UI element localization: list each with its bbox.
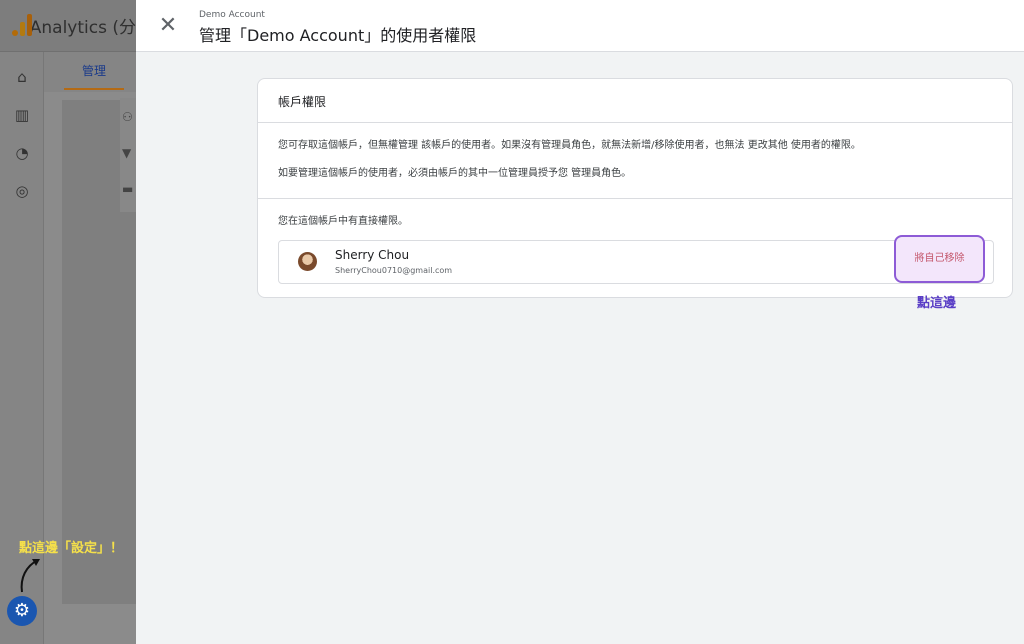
account-name: Demo Account bbox=[199, 10, 265, 20]
advertising-icon[interactable]: ◎ bbox=[13, 182, 31, 200]
background-tabbar: 管理 bbox=[44, 52, 136, 92]
analytics-logo bbox=[10, 13, 32, 38]
trash-icon[interactable]: ▬ bbox=[122, 182, 133, 196]
app-title: Analytics (分 bbox=[29, 18, 136, 38]
user-permissions-panel: ✕ Demo Account 管理「Demo Account」的使用者權限 帳戶… bbox=[136, 0, 1024, 644]
panel-title: 管理「Demo Account」的使用者權限 bbox=[199, 26, 477, 45]
card-title: 帳戶權限 bbox=[258, 79, 1012, 123]
settings-gear-button[interactable]: ⚙ bbox=[7, 596, 37, 626]
direct-permission-text: 您在這個帳戶中有直接權限。 bbox=[278, 216, 408, 227]
divider bbox=[258, 198, 1012, 199]
user-email: SherryChou0710@gmail.com bbox=[335, 266, 453, 275]
reports-icon[interactable]: ▥ bbox=[13, 106, 31, 124]
close-icon[interactable]: ✕ bbox=[156, 14, 180, 38]
user-row: Sherry Chou SherryChou0710@gmail.com bbox=[278, 240, 994, 284]
tab-admin[interactable]: 管理 bbox=[64, 62, 124, 90]
background-column-icons: ⚇ ▼ ▬ bbox=[120, 98, 136, 212]
panel-header: ✕ Demo Account 管理「Demo Account」的使用者權限 bbox=[136, 0, 1024, 52]
avatar bbox=[298, 252, 317, 271]
remove-self-button[interactable]: 將自己移除 bbox=[894, 235, 985, 283]
explore-icon[interactable]: ◔ bbox=[13, 144, 31, 162]
filter-icon[interactable]: ▼ bbox=[122, 146, 131, 160]
settings-annotation: 點這邊「設定」！ bbox=[19, 541, 124, 556]
permission-info-text: 您可存取這個帳戶，但無權管理 該帳戶的使用者。如果沒有管理員角色，就無法新增/移… bbox=[278, 140, 861, 151]
remove-annotation: 點這邊 bbox=[917, 296, 957, 311]
user-name: Sherry Chou bbox=[335, 248, 410, 262]
annotation-arrow-icon bbox=[20, 559, 40, 593]
home-icon[interactable]: ⌂ bbox=[13, 68, 31, 86]
people-icon[interactable]: ⚇ bbox=[122, 110, 133, 124]
background-topbar: Analytics (分 bbox=[0, 0, 136, 52]
admin-info-text: 如要管理這個帳戶的使用者，必須由帳戶的其中一位管理員授予您 管理員角色。 bbox=[278, 168, 632, 179]
